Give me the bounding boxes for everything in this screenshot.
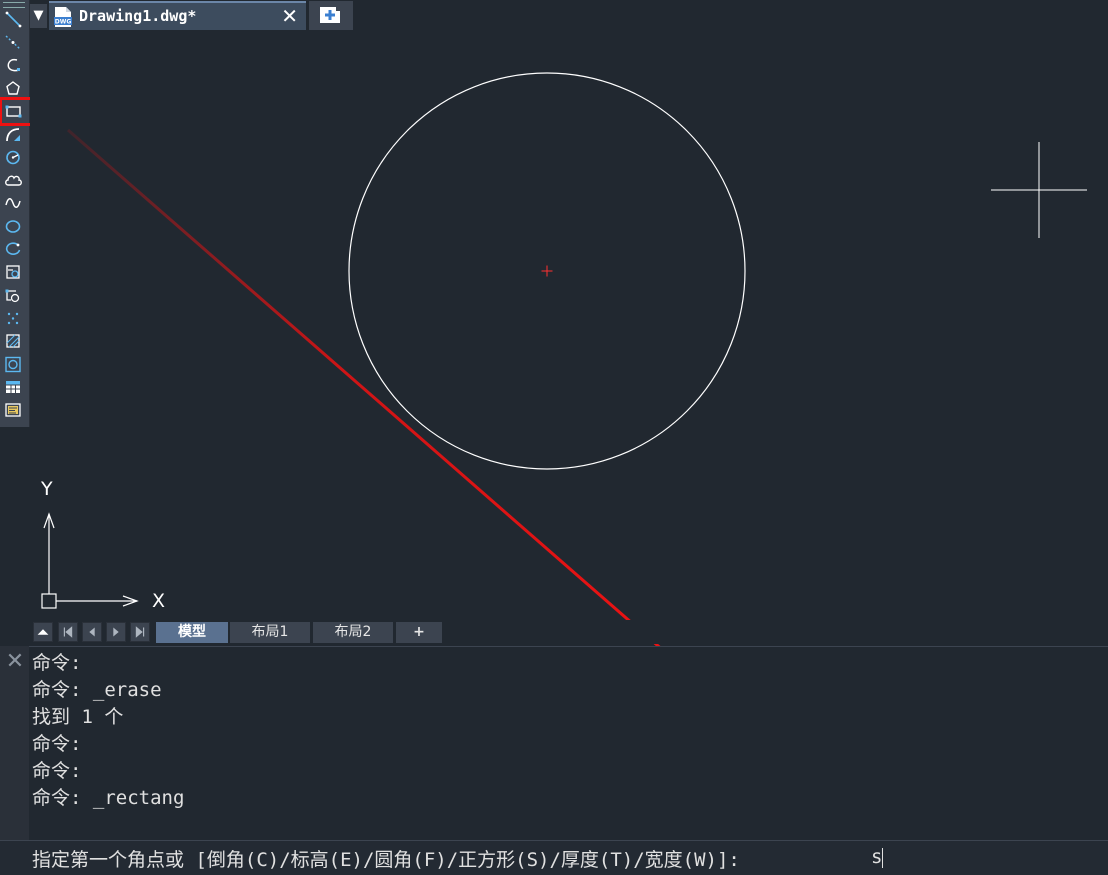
history-line: 命令: _rectang	[32, 787, 185, 809]
ucs-y-label: Y	[41, 478, 53, 500]
history-line: 命令: _erase	[32, 679, 162, 701]
history-line: 找到 1 个	[32, 706, 124, 728]
history-line: 命令:	[32, 652, 82, 674]
tab-layout2[interactable]: 布局2	[313, 622, 393, 643]
history-line: 命令:	[32, 760, 82, 782]
next-icon	[113, 627, 119, 637]
layout-tab-bar: 模型 布局1 布局2 +	[30, 620, 1108, 644]
skip-first-icon	[63, 626, 73, 638]
tab-layout1[interactable]: 布局1	[230, 622, 310, 643]
command-input[interactable]: s	[871, 846, 882, 868]
triangle-up-icon	[37, 629, 49, 635]
tab-model[interactable]: 模型	[156, 622, 228, 643]
previous-icon	[89, 627, 95, 637]
ucs-x-label: X	[152, 590, 166, 612]
circle-center-mark	[541, 265, 553, 277]
first-layout-button[interactable]	[58, 622, 78, 642]
command-prompt: 指定第一个角点或 [倒角(C)/标高(E)/圆角(F)/正方形(S)/厚度(T)…	[32, 849, 740, 871]
close-command-window-icon[interactable]: ✕	[3, 650, 27, 674]
last-layout-button[interactable]	[130, 622, 150, 642]
history-line: 命令:	[32, 733, 82, 755]
next-layout-button[interactable]	[106, 622, 126, 642]
text-caret	[882, 848, 883, 868]
scroll-up-button[interactable]	[33, 622, 53, 642]
skip-last-icon	[135, 626, 145, 638]
previous-layout-button[interactable]	[82, 622, 102, 642]
add-layout-tab[interactable]: +	[396, 622, 442, 643]
command-history: 命令: 命令: _erase 找到 1 个 命令: 命令: 命令: _recta…	[32, 650, 184, 812]
ucs-icon	[41, 512, 139, 609]
crosshair-cursor	[991, 142, 1087, 238]
